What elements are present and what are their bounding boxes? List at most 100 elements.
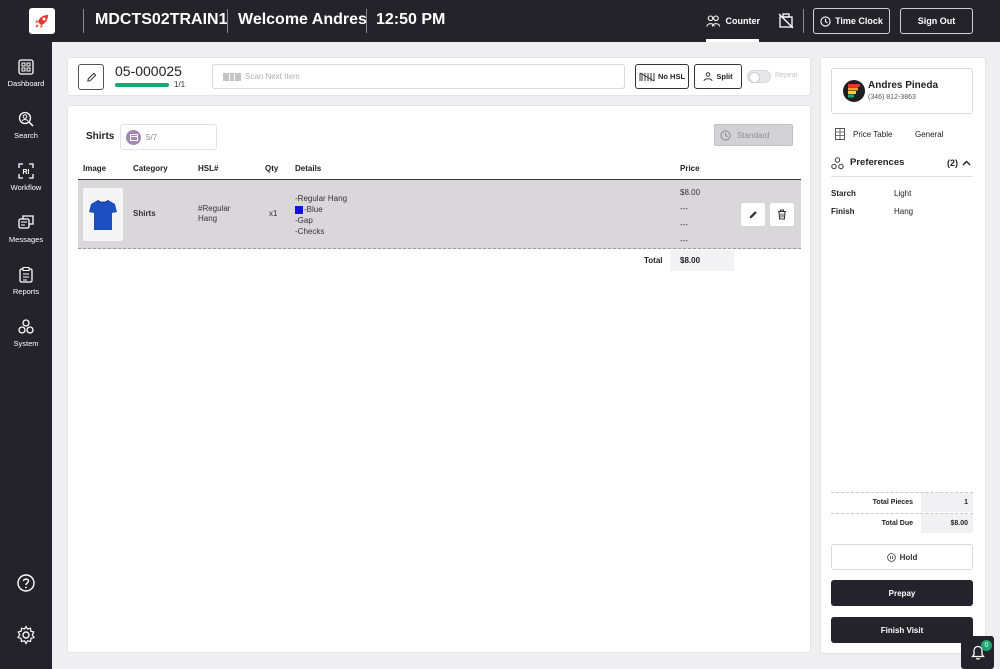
row-hsl: #Regular Hang: [198, 204, 231, 223]
category-title: Shirts: [86, 131, 115, 142]
price-table-label: Price Table: [853, 130, 893, 139]
preferences-count: (2): [947, 158, 958, 168]
register-off-icon[interactable]: [776, 11, 796, 31]
split-label: Split: [716, 72, 733, 81]
row-category: Shirts: [133, 209, 156, 218]
hold-label: Hold: [899, 552, 918, 562]
time-clock-label: Time Clock: [835, 16, 883, 26]
detail-line: -Gap: [295, 216, 313, 225]
barcode-off-icon: [639, 72, 655, 81]
hold-button[interactable]: Hold: [831, 544, 973, 570]
clock-icon: [720, 129, 731, 141]
welcome-text: Welcome Andres: [238, 11, 367, 28]
edit-order-button[interactable]: [78, 64, 104, 90]
column-header-hsl: HSL#: [198, 164, 219, 173]
total-pieces-value: 1: [921, 493, 973, 512]
customer-card[interactable]: Andres Pineda (346) 812-3863: [831, 68, 973, 114]
color-swatch: [295, 205, 303, 214]
active-tab-indicator: [706, 39, 759, 42]
preference-value: Hang: [894, 207, 914, 216]
messages-icon: [18, 215, 34, 229]
total-label: Total: [644, 256, 663, 265]
app-logo[interactable]: [29, 8, 55, 34]
customer-tier-icon: [848, 84, 860, 98]
sidebar-item-messages[interactable]: Messages: [0, 215, 52, 261]
users-icon: [706, 15, 721, 27]
header-divider: [803, 9, 804, 33]
delete-item-button[interactable]: [769, 202, 795, 227]
time-clock-button[interactable]: Time Clock: [813, 8, 890, 34]
finish-visit-label: Finish Visit: [880, 625, 924, 635]
prepay-button[interactable]: Prepay: [831, 580, 973, 606]
row-qty: x1: [269, 209, 278, 218]
sidebar-item-label: Reports: [12, 287, 40, 296]
workflow-icon: RI: [18, 163, 34, 179]
price-table-value[interactable]: General: [915, 130, 943, 139]
preferences-divider: [831, 176, 973, 177]
calendar-icon: [126, 129, 141, 145]
counter-tab[interactable]: Counter: [706, 0, 760, 42]
customer-phone: (346) 812-3863: [868, 94, 916, 101]
total-value: $8.00: [670, 250, 734, 271]
sign-out-label: Sign Out: [917, 16, 956, 26]
row-details: -Regular Hang -Blue -Gap -Checks: [295, 193, 347, 237]
price-table-icon: [835, 128, 845, 140]
order-number: 05-000025: [115, 63, 182, 79]
header-divider: [83, 9, 84, 33]
sidebar-item-label: Search: [14, 131, 38, 140]
sidebar-item-label: Workflow: [10, 183, 42, 192]
search-icon: [18, 111, 34, 127]
order-progress-bar: [115, 83, 169, 87]
prepay-label: Prepay: [888, 588, 916, 598]
preference-name: Starch: [831, 189, 856, 198]
chevron-up-icon: [962, 160, 971, 166]
sidebar-item-system[interactable]: System: [0, 319, 52, 365]
edit-item-button[interactable]: [740, 202, 766, 227]
column-header-image: Image: [83, 164, 107, 173]
column-header-details: Details: [295, 164, 322, 173]
price-line: ---: [680, 236, 688, 245]
sidebar-item-reports[interactable]: Reports: [0, 267, 52, 313]
item-image: [83, 188, 123, 241]
shirt-icon: [89, 199, 117, 230]
no-hsl-button[interactable]: No HSL: [635, 64, 689, 89]
price-line: ---: [680, 204, 688, 213]
sidebar-item-search[interactable]: Search: [0, 111, 52, 157]
repeat-toggle[interactable]: [747, 70, 771, 83]
notification-count-badge: 0: [981, 640, 992, 651]
service-level-label: Standard: [737, 130, 770, 140]
sidebar-item-label: Messages: [8, 235, 44, 244]
reports-icon: [19, 267, 33, 283]
system-icon: [18, 319, 34, 334]
pencil-icon: [749, 210, 757, 218]
sidebar-item-label: Dashboard: [7, 79, 45, 88]
barcode-icon: [223, 72, 241, 81]
sidebar-item-dashboard[interactable]: Dashboard: [0, 59, 52, 105]
customer-name: Andres Pineda: [868, 80, 939, 91]
detail-line: -Regular Hang: [295, 194, 348, 203]
row-prices: $8.00 --- --- ---: [680, 185, 700, 249]
price-line: $8.00: [680, 188, 701, 197]
split-icon: [703, 71, 713, 81]
preferences-header[interactable]: Preferences (2): [831, 155, 973, 171]
clock-time: 12:50 PM: [376, 11, 446, 28]
sidebar-item-workflow[interactable]: RI Workflow: [0, 163, 52, 209]
total-due-value: $8.00: [921, 514, 973, 533]
split-button[interactable]: Split: [694, 64, 742, 89]
pencil-icon: [86, 72, 96, 82]
sign-out-button[interactable]: Sign Out: [900, 8, 973, 34]
scan-item-input[interactable]: Scan Next Item: [212, 64, 625, 89]
sidebar-item-label: System: [13, 339, 39, 348]
header-divider: [227, 9, 228, 33]
settings-gear-icon[interactable]: [16, 625, 36, 645]
preferences-label: Preferences: [850, 157, 905, 168]
finish-visit-button[interactable]: Finish Visit: [831, 617, 973, 643]
preference-value: Light: [894, 189, 912, 198]
service-level-button[interactable]: Standard: [714, 124, 793, 146]
help-icon[interactable]: [16, 573, 36, 593]
customer-avatar: [843, 80, 865, 102]
clock-icon: [820, 15, 831, 27]
category-count-box: 5/7: [120, 124, 217, 150]
order-progress-count: 1/1: [174, 80, 186, 89]
detail-color-line: -Blue: [295, 204, 347, 215]
